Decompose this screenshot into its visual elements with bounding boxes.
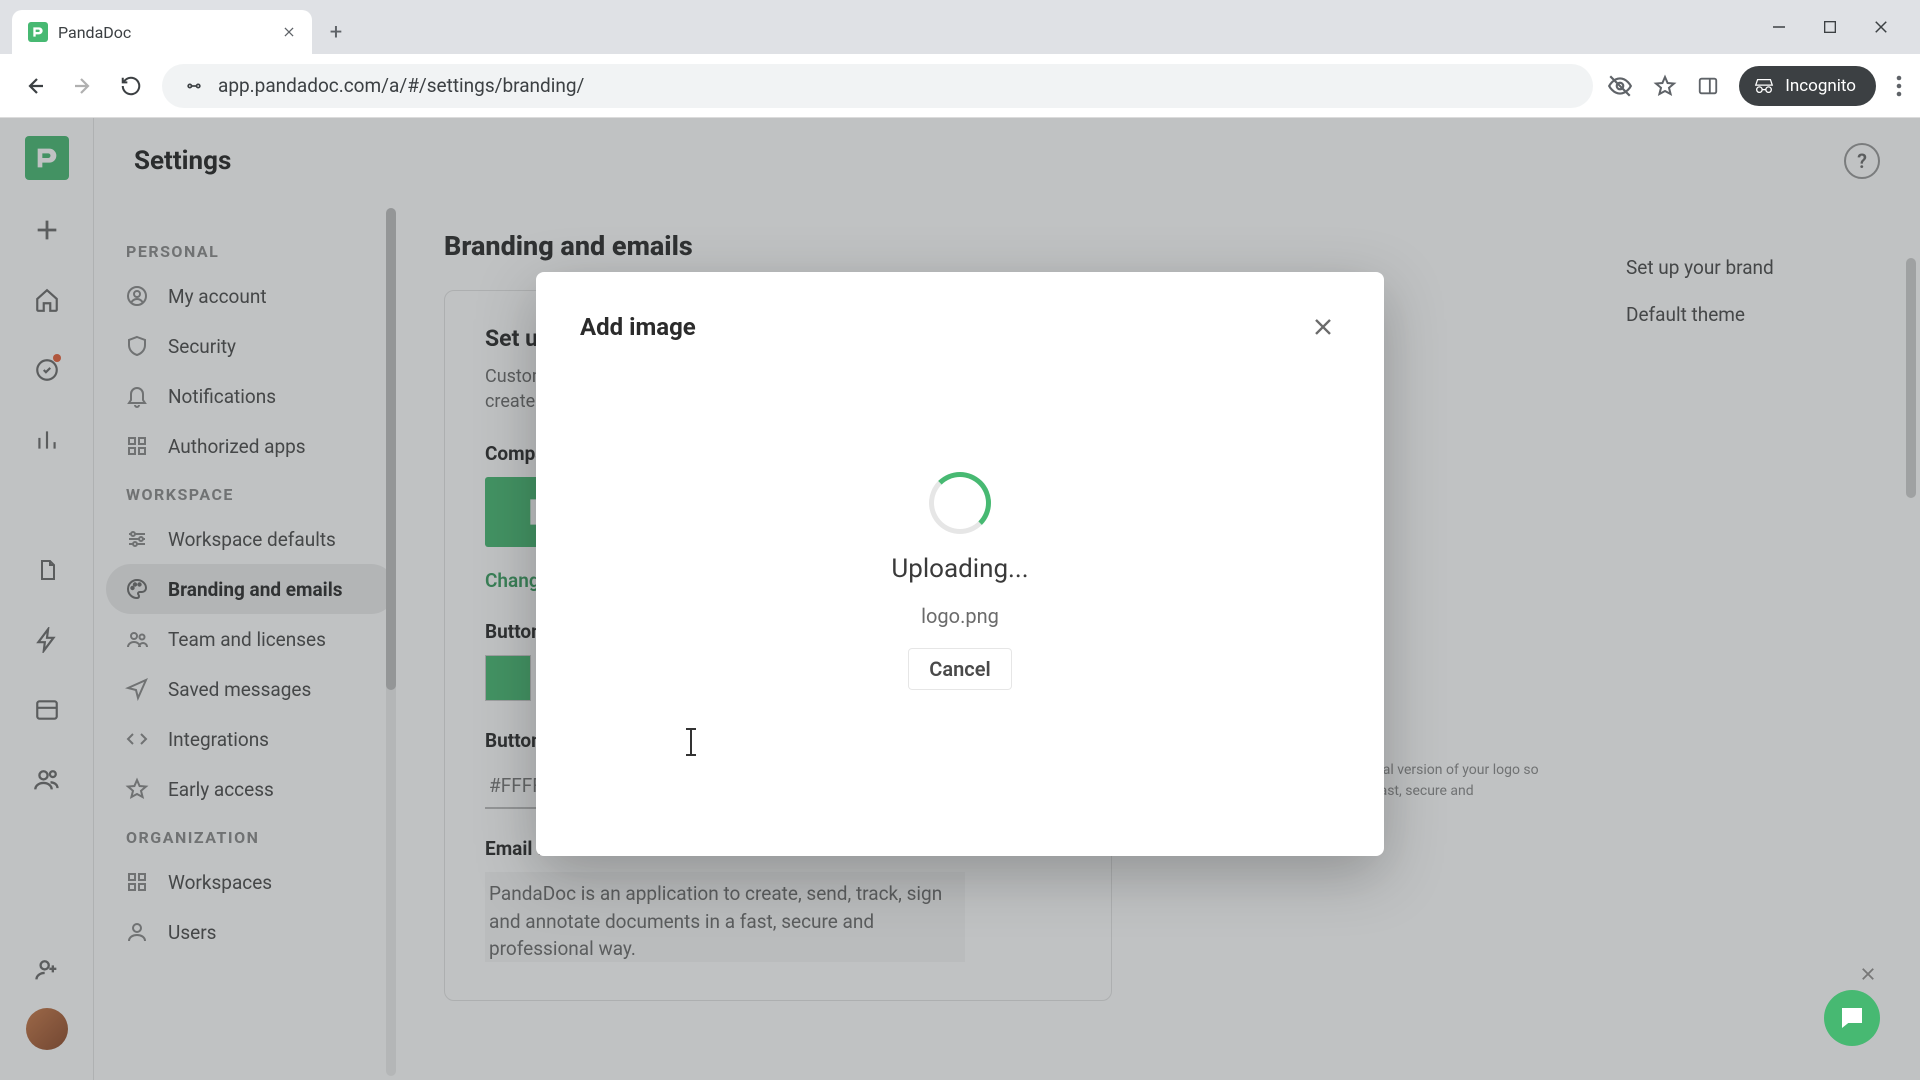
modal-body: Uploading... logo.png Cancel: [580, 344, 1340, 818]
incognito-icon: [1753, 75, 1775, 97]
bookmark-star-icon[interactable]: [1653, 74, 1677, 98]
chat-icon: [1837, 1003, 1867, 1033]
upload-filename: logo.png: [921, 604, 999, 628]
chat-fab[interactable]: [1824, 990, 1880, 1046]
new-tab-button[interactable]: +: [318, 14, 354, 50]
modal-title: Add image: [580, 313, 696, 341]
minimize-button[interactable]: [1770, 18, 1788, 36]
url-input[interactable]: app.pandadoc.com/a/#/settings/branding/: [162, 64, 1593, 108]
upload-status: Uploading...: [891, 554, 1028, 584]
side-panel-icon[interactable]: [1697, 75, 1719, 97]
url-text: app.pandadoc.com/a/#/settings/branding/: [218, 74, 584, 97]
app-root: Settings ? PERSONAL My account Security …: [0, 118, 1920, 1080]
close-icon: [1311, 315, 1335, 339]
reload-button[interactable]: [114, 69, 148, 103]
text-cursor-icon: [690, 728, 692, 756]
address-bar-actions: Incognito: [1607, 66, 1902, 106]
back-button[interactable]: [18, 69, 52, 103]
add-image-modal: Add image Uploading... logo.png Cancel: [536, 272, 1384, 856]
browser-menu-button[interactable]: [1896, 75, 1902, 97]
loading-spinner-icon: [929, 472, 991, 534]
forward-button[interactable]: [66, 69, 100, 103]
cancel-upload-button[interactable]: Cancel: [908, 648, 1011, 690]
browser-tab[interactable]: PandaDoc: [12, 10, 312, 54]
browser-chrome: PandaDoc + app.pandadoc.com/a/#/settings…: [0, 0, 1920, 118]
dismiss-chat-button[interactable]: [1856, 962, 1880, 986]
close-window-button[interactable]: [1872, 18, 1890, 36]
close-tab-button[interactable]: [280, 23, 298, 41]
browser-address-bar: app.pandadoc.com/a/#/settings/branding/ …: [0, 54, 1920, 118]
maximize-button[interactable]: [1822, 19, 1838, 35]
incognito-label: Incognito: [1785, 76, 1856, 96]
visibility-off-icon[interactable]: [1607, 73, 1633, 99]
incognito-indicator[interactable]: Incognito: [1739, 66, 1876, 106]
browser-tab-title: PandaDoc: [58, 23, 131, 42]
modal-close-button[interactable]: [1306, 310, 1340, 344]
modal-header: Add image: [580, 310, 1340, 344]
window-controls: [1770, 0, 1920, 54]
site-info-icon: [184, 76, 204, 96]
pandadoc-favicon: [28, 22, 48, 42]
browser-tab-bar: PandaDoc +: [0, 0, 1920, 54]
